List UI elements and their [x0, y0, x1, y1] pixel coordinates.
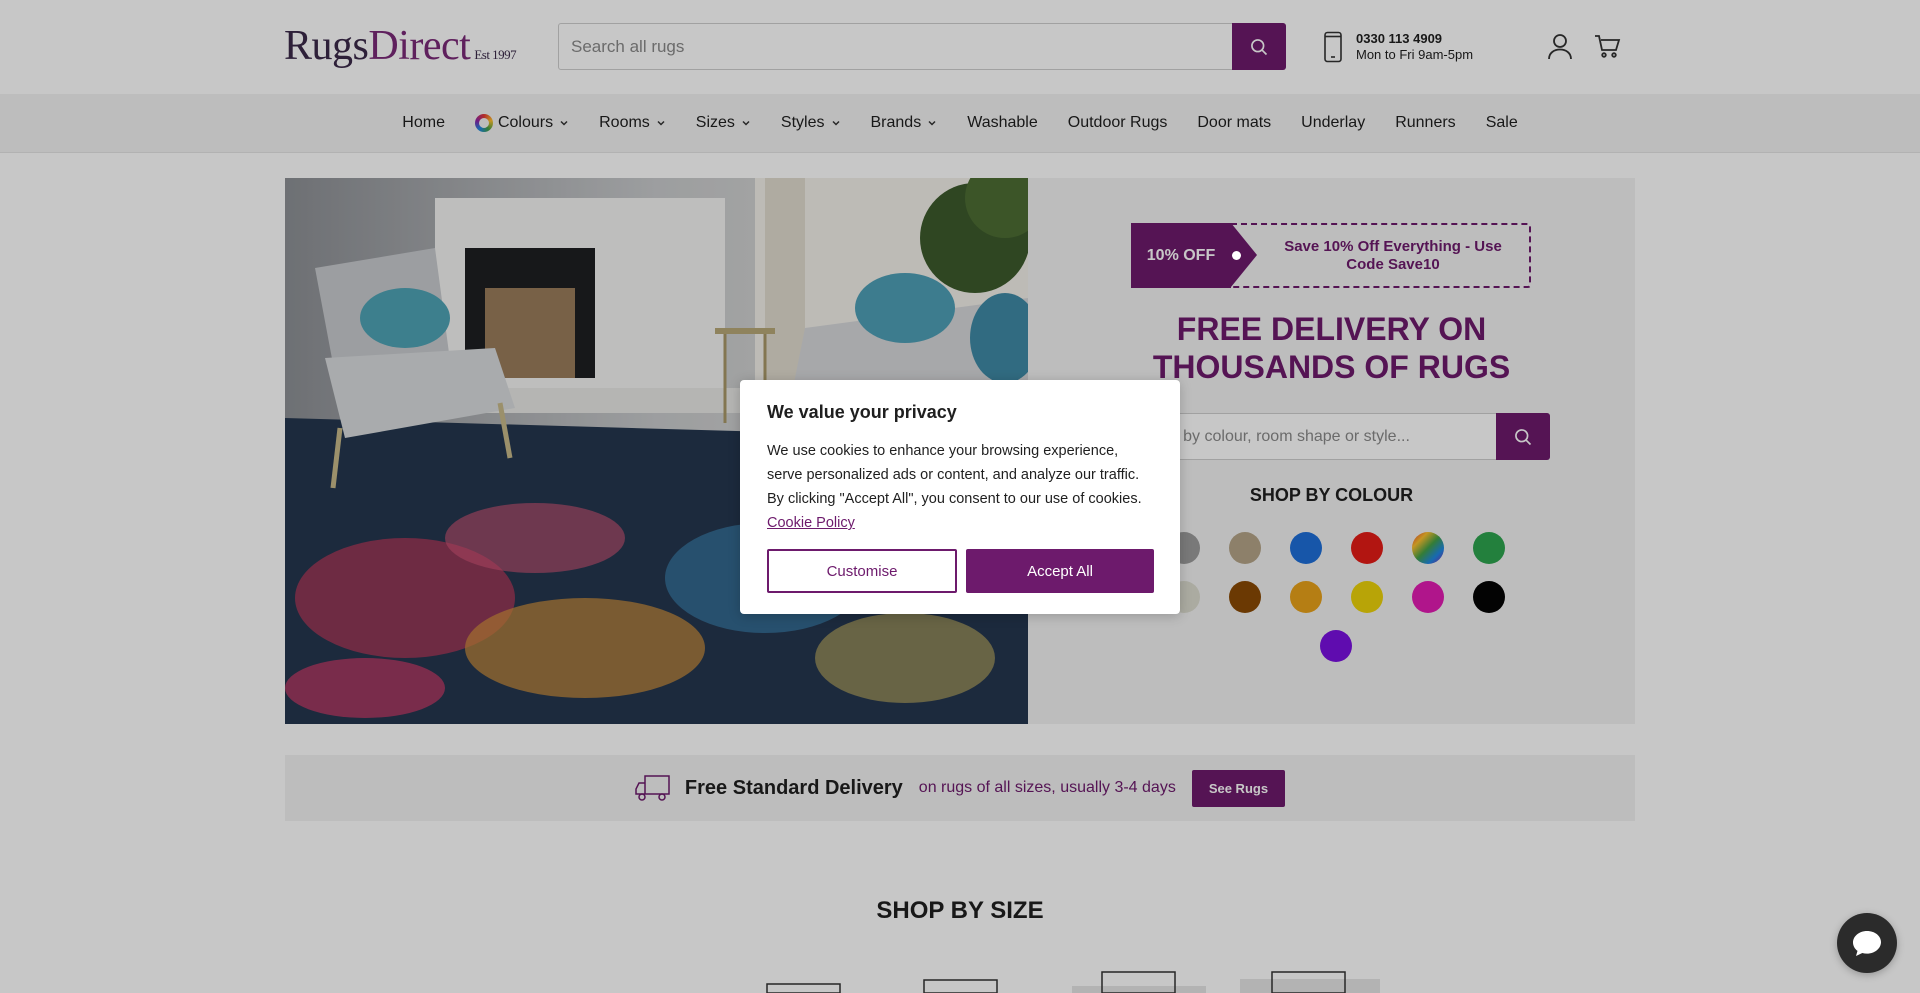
cookie-body: We use cookies to enhance your browsing …: [767, 439, 1153, 535]
cookie-body-text: We use cookies to enhance your browsing …: [767, 443, 1142, 507]
customise-button[interactable]: Customise: [767, 549, 957, 593]
chat-bubble-icon: [1853, 931, 1881, 956]
promo-dot: [1232, 251, 1241, 260]
chat-button[interactable]: [1837, 913, 1897, 973]
cookie-buttons: Customise Accept All: [767, 549, 1154, 593]
cookie-consent-dialog: We value your privacy We use cookies to …: [740, 380, 1180, 614]
accept-all-button[interactable]: Accept All: [966, 549, 1154, 593]
cookie-title: We value your privacy: [767, 402, 957, 422]
cookie-policy-link[interactable]: Cookie Policy: [767, 515, 855, 531]
